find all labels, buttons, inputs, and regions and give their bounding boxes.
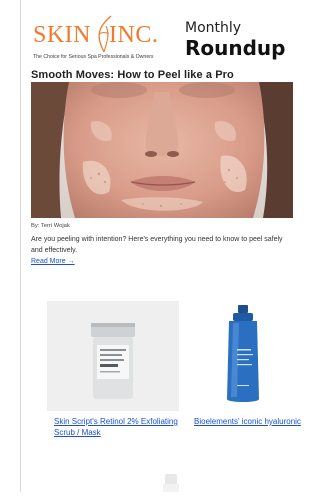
product-caption-bioelements[interactable]: Bioelements' iconic hyaluronic xyxy=(194,416,314,427)
hero-image[interactable] xyxy=(31,82,293,218)
skin-inc-logo[interactable]: SKIN INC. The Choice for Serious Spa Prof… xyxy=(31,14,171,66)
product-caption-skin-script[interactable]: Skin Script's Retinol 2% Exfoliating Scr… xyxy=(54,416,184,438)
logo-word-inc: INC. xyxy=(109,22,159,48)
logo-tagline: The Choice for Serious Spa Professionals… xyxy=(33,54,154,60)
logo-wordmark: SKIN INC. xyxy=(33,22,158,49)
logo-word-skin: SKIN xyxy=(33,22,92,48)
monthly-label: Monthly xyxy=(185,20,242,36)
roundup-label: Roundup xyxy=(185,36,286,60)
email-frame: SKIN INC. The Choice for Serious Spa Prof… xyxy=(20,0,301,492)
newsletter-header: SKIN INC. The Choice for Serious Spa Prof… xyxy=(31,8,291,66)
article-title[interactable]: Smooth Moves: How to Peel like a Pro xyxy=(31,69,293,81)
product-image-partial[interactable] xyxy=(151,472,191,492)
product-image-bioelements[interactable] xyxy=(193,301,293,411)
read-more-link[interactable]: Read More → xyxy=(31,258,75,265)
article-byline: By: Terri Wojak xyxy=(31,223,70,229)
product-image-skin-script[interactable] xyxy=(47,301,179,411)
article-excerpt: Are you peeling with intention? Here's e… xyxy=(31,236,283,254)
